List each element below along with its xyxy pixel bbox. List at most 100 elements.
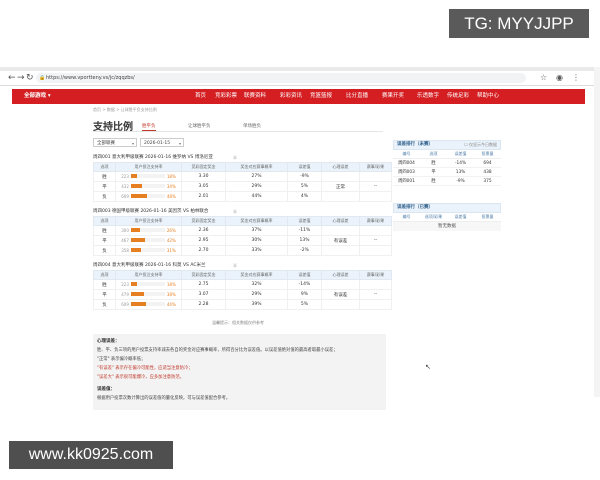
nav-item-lotto[interactable]: 乐透数字	[417, 89, 439, 104]
nav-item-live-score[interactable]: 比分直播	[346, 89, 368, 104]
support-bar-fill	[130, 228, 140, 232]
support-bar	[130, 174, 165, 178]
today-only-checkbox[interactable]: ☐ 仅显示今日数据	[464, 141, 497, 149]
url-input[interactable]: 🔒 https://www.vportteny.vs/jc/zqqzbs/	[36, 73, 526, 83]
nav-item-news[interactable]: 彩彩资讯	[280, 89, 302, 104]
odds-cell: 2.28	[181, 299, 226, 310]
option-cell: 负	[93, 191, 116, 202]
info-line: "正常" 表示偏冷概率低；	[97, 357, 146, 362]
half-flag[interactable]: 半	[233, 208, 237, 216]
probability-cell: 39%	[225, 299, 288, 310]
menu-dots-icon[interactable]: ⋮	[572, 73, 580, 83]
error-rank-finished: 误差排行（已赛） 编号 选项/彩果 误差值 投票量 暂无数据	[393, 203, 501, 231]
rank-current-table: 编号 选项 误差值 投票量 周四004 胜 -14% 694 周四003 平 13% 438 周…	[393, 150, 501, 186]
support-bar-fill	[130, 248, 142, 252]
nav-brand-all-games[interactable]: 全部游戏 ▾	[24, 89, 51, 104]
odds-cell: 3.07	[181, 289, 226, 300]
match-table: 选项 用户投注支持率 竞彩固定奖金 奖金对应赛事概率 误差值 心理误差 赛事/彩果胜 223 1…	[93, 162, 392, 202]
nav-item-traditional[interactable]: 传统足彩	[447, 89, 469, 104]
table-row: 胜 223 18% 3.30 27% -9%	[93, 171, 392, 182]
error-cell: 13%	[287, 235, 322, 246]
support-bar	[130, 248, 165, 252]
half-flag[interactable]: 半	[233, 262, 237, 270]
match-block: 周四003 德国甲级联赛 2026-01-16 美因茨 VS 柏林联合 半选项 用户…	[93, 208, 392, 256]
table-row: 胜 223 18% 2.75 32% -14%	[93, 279, 392, 290]
nav-item-results[interactable]: 赛果开奖	[382, 89, 404, 104]
column-header: 用户投注支持率	[115, 270, 182, 280]
support-percent: 48%	[166, 193, 176, 199]
column-header: 赛事/彩果	[359, 162, 392, 172]
profile-icon[interactable]: ◉	[556, 73, 563, 83]
result-cell: --	[359, 181, 392, 192]
odds-cell: 3.30	[181, 171, 226, 182]
browser-window: ← → ↻ 🔒 https://www.vportteny.vs/jc/zqqz…	[0, 67, 600, 410]
rank-cell: 438	[474, 167, 501, 177]
match-block: 周四004 意大利甲级联赛 2026-01-16 科莫 VS AC米兰 半选项 用户…	[93, 262, 392, 310]
option-cell: 负	[93, 299, 116, 310]
match-block: 周四001 意大利甲级联赛 2026-01-16 维罗纳 VS 博洛尼亚 半选项用…	[93, 154, 392, 202]
tab-divider	[93, 131, 383, 132]
nav-item-home[interactable]: 首页	[195, 89, 206, 104]
nav-item-lottery[interactable]: 竞彩彩票	[215, 89, 237, 104]
rank-row[interactable]: 周四001 胜 -9% 375	[393, 176, 501, 186]
tab-handicap[interactable]: 让球胜平负	[188, 123, 211, 129]
column-header: 误差值	[447, 213, 474, 222]
column-header: 选项	[93, 162, 116, 172]
probability-cell: 33%	[225, 245, 288, 256]
result-cell	[359, 171, 392, 182]
support-bar	[130, 228, 165, 232]
date-select[interactable]: 2026-01-15 ▾	[140, 138, 184, 147]
vote-count: 223	[121, 281, 129, 287]
match-title: 周四004 意大利甲级联赛 2026-01-16 科莫 VS AC米兰 半	[93, 262, 391, 270]
rank-row[interactable]: 周四003 平 13% 438	[393, 167, 501, 177]
support-cell: 609 48%	[115, 191, 182, 202]
back-arrow-icon[interactable]: ←	[8, 72, 16, 84]
half-flag[interactable]: 半	[233, 154, 237, 162]
column-header: 赛事/彩果	[359, 216, 392, 226]
error-cell: 5%	[287, 299, 322, 310]
rank-cell: 375	[474, 176, 501, 186]
rank-cell: 胜	[420, 158, 447, 168]
support-cell: 432 34%	[115, 181, 182, 192]
rank-cell: 694	[474, 158, 501, 168]
match-title: 周四003 德国甲级联赛 2026-01-16 美因茨 VS 柏林联合 半	[93, 208, 391, 216]
option-cell: 胜	[93, 225, 116, 236]
rank-cell: 胜	[420, 176, 447, 186]
match-table: 选项 用户投注支持率 竞彩固定奖金 奖金对应赛事概率 误差值 心理误差 赛事/彩果胜 300 2…	[93, 216, 392, 256]
error-cell: -14%	[287, 279, 322, 290]
support-percent: 34%	[166, 183, 176, 189]
chevron-down-icon: ▾	[131, 141, 134, 146]
rank-cell: 周四001	[393, 176, 420, 186]
support-bar	[130, 238, 165, 242]
match-title-text: 周四003 德国甲级联赛 2026-01-16 美因茨 VS 柏林联合	[93, 209, 209, 214]
support-percent: 18%	[166, 281, 176, 287]
tab-single-match[interactable]: 单场胜负	[243, 123, 261, 129]
nav-item-league-data[interactable]: 联赛资料	[244, 89, 266, 104]
probability-cell: 29%	[225, 181, 288, 192]
info-line: 根据用户投票次数计算出的误差值的量化反映，可与误差值配合参考。	[97, 396, 231, 401]
table-row: 平 479 38% 3.07 29% 9% 有误差 --	[93, 289, 392, 300]
probability-cell: 44%	[225, 191, 288, 202]
column-header: 用户投注支持率	[115, 162, 182, 172]
rank-row[interactable]: 周四004 胜 -14% 694	[393, 158, 501, 168]
rank-cell: 周四004	[393, 158, 420, 168]
match-title: 周四001 意大利甲级联赛 2026-01-16 维罗纳 VS 博洛尼亚 半	[93, 154, 391, 162]
table-row: 负 609 48% 2.01 44% 4%	[93, 191, 392, 202]
reload-icon[interactable]: ↻	[26, 72, 34, 84]
support-percent: 44%	[166, 301, 176, 307]
empty-state: 暂无数据	[393, 222, 501, 231]
support-percent: 31%	[166, 247, 176, 253]
star-icon[interactable]: ☆	[540, 73, 547, 83]
scrollbar[interactable]	[594, 67, 600, 397]
rank-cell: -9%	[447, 176, 474, 186]
nav-item-basketball[interactable]: 竞篮篮报	[310, 89, 332, 104]
league-select[interactable]: 全部联赛 ▾	[93, 138, 137, 147]
forward-arrow-icon[interactable]: →	[17, 72, 25, 84]
tab-win-draw-loss[interactable]: 胜平负	[142, 123, 156, 131]
column-header: 误差值	[287, 216, 322, 226]
column-header: 选项	[93, 270, 116, 280]
result-cell	[359, 191, 392, 202]
support-cell: 358 31%	[115, 245, 182, 256]
nav-item-help[interactable]: 帮助中心	[477, 89, 499, 104]
match-table: 选项 用户投注支持率 竞彩固定奖金 奖金对应赛事概率 误差值 心理误差 赛事/彩果胜 223 1…	[93, 270, 392, 310]
